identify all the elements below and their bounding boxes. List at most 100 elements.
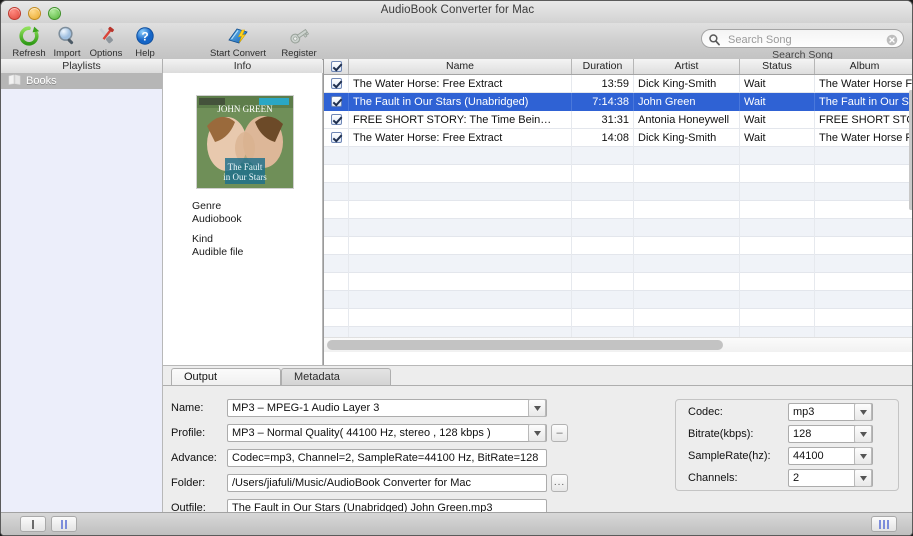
- empty-cell: [572, 290, 634, 309]
- vertical-scrollbar[interactable]: [908, 90, 912, 351]
- table-row[interactable]: The Water Horse: Free Extract 14:08 Dick…: [324, 128, 912, 147]
- search-field-wrapper: [701, 29, 904, 49]
- empty-cell: [634, 290, 740, 309]
- column-header-album[interactable]: Album: [815, 59, 912, 74]
- table-row-empty[interactable]: [324, 254, 912, 273]
- column-header-status[interactable]: Status: [740, 59, 815, 74]
- cell-duration: 7:14:38: [572, 92, 634, 111]
- info-field-value: Audiobook: [192, 213, 242, 225]
- cell-name: The Water Horse: Free Extract: [349, 128, 572, 147]
- cell-album: The Water Horse Free Ext.: [819, 131, 912, 144]
- empty-cell: [815, 237, 912, 255]
- column-header-artist[interactable]: Artist: [634, 59, 740, 74]
- empty-cell: [815, 273, 912, 291]
- info-field-label: Genre: [192, 200, 222, 212]
- toolbar-button-register[interactable]: Register: [259, 24, 339, 59]
- browse-folder-button[interactable]: ...: [551, 473, 568, 492]
- row-checkbox[interactable]: [324, 128, 349, 147]
- table-row-empty[interactable]: [324, 146, 912, 165]
- profile-input[interactable]: [227, 424, 547, 442]
- checkbox-icon[interactable]: [330, 132, 342, 143]
- format-name-combo[interactable]: [227, 398, 547, 417]
- samplerate-combo[interactable]: [788, 446, 873, 465]
- table-row-empty[interactable]: [324, 308, 912, 327]
- search-input[interactable]: [726, 30, 885, 49]
- info-panel: The Fault in Our Stars JOHN GREEN Genre …: [163, 73, 323, 365]
- column-header-name[interactable]: Name: [349, 59, 572, 74]
- sidebar-item-books[interactable]: Books: [1, 73, 162, 89]
- table-row-empty[interactable]: [324, 236, 912, 255]
- table-row[interactable]: FREE SHORT STORY: The Time Bein… 31:31 A…: [324, 110, 912, 129]
- checkbox-icon[interactable]: [330, 96, 342, 107]
- chevron-down-icon[interactable]: [854, 447, 872, 465]
- scrollbar-thumb[interactable]: [327, 340, 723, 350]
- svg-text:in Our Stars: in Our Stars: [223, 172, 267, 182]
- table-row-empty[interactable]: [324, 218, 912, 237]
- pause-button[interactable]: [51, 516, 77, 532]
- chevron-down-icon[interactable]: [854, 469, 872, 487]
- empty-cell: [572, 308, 634, 327]
- cell-album: The Fault in Our Stars (Un: [819, 95, 912, 108]
- svg-text:?: ?: [141, 29, 148, 43]
- table-row-empty[interactable]: [324, 200, 912, 219]
- empty-cell: [349, 200, 572, 219]
- chevron-down-icon[interactable]: [854, 403, 872, 421]
- tab-output[interactable]: Output: [171, 368, 281, 385]
- cell-duration: 13:59: [572, 75, 634, 93]
- folder-input[interactable]: [227, 473, 547, 492]
- table-row[interactable]: The Fault in Our Stars (Unabridged) 7:14…: [324, 92, 912, 111]
- album-artwork: The Fault in Our Stars JOHN GREEN: [196, 95, 294, 189]
- table-row-empty[interactable]: [324, 182, 912, 201]
- profile-combo[interactable]: [227, 423, 547, 442]
- cell-name: The Fault in Our Stars (Unabridged): [349, 92, 572, 111]
- checkbox-icon[interactable]: [330, 61, 342, 72]
- table-row[interactable]: The Water Horse: Free Extract 13:59 Dick…: [324, 75, 912, 93]
- codec-combo[interactable]: [788, 402, 873, 421]
- table-row-empty[interactable]: [324, 164, 912, 183]
- scrollbar-thumb[interactable]: [909, 90, 912, 210]
- profile-label: Profile:: [171, 426, 206, 439]
- cell-name: The Water Horse: Free Extract: [349, 75, 572, 93]
- svg-text:The Fault: The Fault: [228, 162, 263, 172]
- channels-combo[interactable]: [788, 468, 873, 487]
- chevron-down-icon[interactable]: [854, 425, 872, 443]
- tab-metadata[interactable]: Metadata: [281, 368, 391, 385]
- format-name-input[interactable]: [227, 399, 547, 417]
- cell-status: Wait: [740, 92, 815, 111]
- form-row-name: Name:: [171, 396, 591, 419]
- row-checkbox[interactable]: [324, 75, 349, 93]
- row-checkbox[interactable]: [324, 110, 349, 129]
- empty-cell: [572, 236, 634, 255]
- cell-status: Wait: [740, 75, 815, 93]
- empty-cell: [572, 164, 634, 183]
- column-header-duration[interactable]: Duration: [572, 59, 634, 74]
- empty-cell: [572, 146, 634, 165]
- progress-button[interactable]: [871, 516, 897, 532]
- table-row-empty[interactable]: [324, 290, 912, 309]
- advance-input[interactable]: [227, 448, 547, 467]
- row-checkbox[interactable]: [324, 92, 349, 111]
- empty-cell: [815, 219, 912, 237]
- empty-cell: [634, 164, 740, 183]
- toolbar-button-help[interactable]: ? Help: [121, 24, 169, 59]
- empty-cell: [349, 254, 572, 273]
- remove-profile-button[interactable]: –: [551, 423, 568, 442]
- select-all-header[interactable]: [324, 59, 349, 74]
- checkbox-icon[interactable]: [330, 78, 342, 89]
- search-box[interactable]: [701, 29, 904, 49]
- info-field-label: Kind: [192, 233, 214, 245]
- horizontal-scrollbar[interactable]: [324, 337, 912, 352]
- info-metadata: Genre Audiobook Kind Audible file: [192, 200, 243, 266]
- bitrate-combo[interactable]: [788, 424, 873, 443]
- cell-artist: Dick King-Smith: [634, 128, 740, 147]
- chevron-down-icon[interactable]: [528, 399, 546, 417]
- chevron-down-icon[interactable]: [528, 424, 546, 442]
- samplerate-row: SampleRate(hz):: [688, 445, 898, 466]
- empty-cell: [634, 146, 740, 165]
- empty-cell: [349, 146, 572, 165]
- empty-cell: [572, 200, 634, 219]
- table-row-empty[interactable]: [324, 272, 912, 291]
- checkbox-icon[interactable]: [330, 114, 342, 125]
- stop-button[interactable]: [20, 516, 46, 532]
- playlists-panel-header: Playlists: [1, 59, 163, 74]
